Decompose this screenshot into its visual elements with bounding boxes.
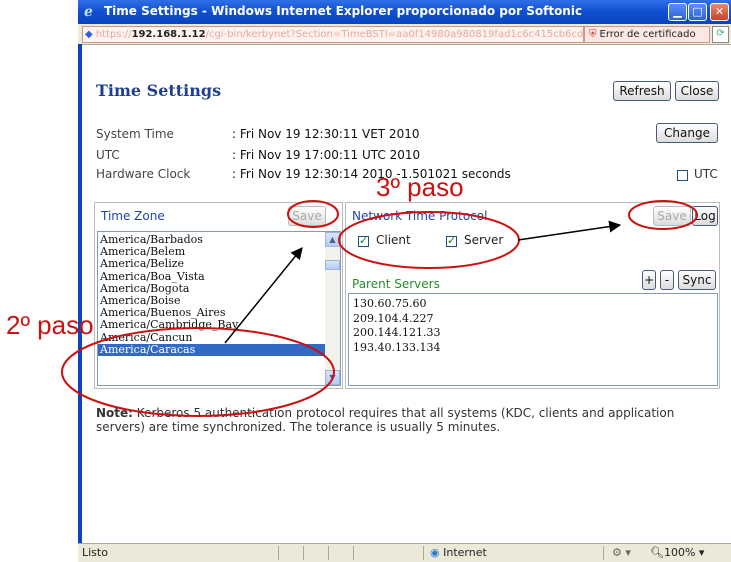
ntp-save-button[interactable]: Save — [653, 206, 691, 226]
zoom-level: 100% — [663, 546, 696, 559]
ie-logo-icon: ℯ — [84, 4, 93, 20]
time-zone-list[interactable]: America/Barbados America/Belem America/Bel… — [97, 231, 341, 386]
parent-servers-title: Parent Servers — [352, 277, 440, 291]
internet-zone: ◉ Internet — [430, 544, 487, 562]
title-bar[interactable]: ℯ Time Settings - Windows Internet Explo… — [78, 0, 731, 24]
parent-server-item[interactable]: 130.60.75.60 — [353, 297, 426, 310]
status-divider — [353, 546, 354, 560]
status-bar: Listo ◉ Internet ⚙ ▾ 🔍︎100% ▾ — [78, 543, 731, 562]
browser-window: ℯ Time Settings - Windows Internet Explo… — [78, 0, 731, 562]
time-zone-option[interactable]: America/Bogota — [100, 282, 189, 295]
time-zone-option[interactable]: America/Cancun — [100, 331, 192, 344]
utc-checkbox-label: UTC — [694, 167, 718, 181]
system-time-value: : Fri Nov 19 12:30:11 VET 2010 — [232, 127, 420, 141]
parent-server-item[interactable]: 200.144.121.33 — [353, 326, 440, 339]
maximize-button[interactable]: □ — [688, 3, 707, 21]
time-zone-panel: Time Zone Save America/Barbados America/B… — [94, 202, 343, 389]
status-divider — [423, 546, 424, 560]
certificate-error-badge[interactable]: ⛨ Error de certificado — [584, 26, 710, 43]
page-content: Time Settings Refresh Close System Time … — [82, 45, 731, 543]
refresh-page-icon[interactable]: ⟳ — [712, 26, 729, 43]
status-text: Listo — [82, 546, 108, 559]
refresh-button[interactable]: Refresh — [613, 81, 671, 101]
utc-checkbox[interactable] — [677, 170, 688, 181]
internet-zone-label: Internet — [443, 546, 487, 559]
server-checkbox[interactable] — [446, 234, 457, 247]
status-divider — [328, 546, 329, 560]
utc-value: : Fri Nov 19 17:00:11 UTC 2010 — [232, 148, 421, 162]
scroll-up-icon[interactable]: ▲ — [325, 232, 340, 247]
time-zone-option[interactable]: America/Caracas — [98, 343, 328, 356]
sync-button[interactable]: Sync — [678, 270, 716, 290]
time-zone-title: Time Zone — [101, 209, 165, 223]
client-checkbox[interactable] — [358, 234, 369, 247]
globe-icon: ◉ — [430, 546, 440, 559]
add-server-button[interactable]: + — [642, 270, 656, 290]
parent-server-item[interactable]: 193.40.133.134 — [353, 341, 440, 354]
client-label: Client — [376, 233, 411, 247]
system-time-label: System Time — [96, 127, 174, 141]
hardware-clock-value: : Fri Nov 19 12:30:14 2010 -1.501021 sec… — [232, 167, 511, 181]
address-prefix: https:// — [95, 29, 132, 40]
time-zone-option[interactable]: America/Barbados — [100, 234, 203, 246]
address-host: 192.168.1.12 — [131, 29, 206, 40]
status-divider — [278, 546, 279, 560]
server-label: Server — [464, 233, 504, 247]
parent-servers-list[interactable]: 130.60.75.60 209.104.4.227 200.144.121.33 1… — [348, 293, 718, 386]
minimize-button[interactable]: ▁ — [668, 3, 687, 21]
time-zone-option[interactable]: America/Boise — [100, 295, 180, 307]
page-title: Time Settings — [96, 81, 222, 100]
time-zone-option[interactable]: America/Belem — [100, 246, 185, 258]
zoom-control[interactable]: 🔍︎100% ▾ — [650, 544, 704, 562]
time-zone-scrollbar[interactable]: ▲ ▼ — [325, 232, 340, 385]
parent-server-item[interactable]: 209.104.4.227 — [353, 312, 433, 325]
hardware-clock-label: Hardware Clock — [96, 167, 191, 181]
window-title: Time Settings - Windows Internet Explore… — [104, 4, 583, 18]
ntp-log-button[interactable]: Log — [692, 206, 718, 226]
close-button[interactable]: Close — [675, 81, 719, 101]
zoom-icon: 🔍︎ — [650, 546, 664, 559]
scroll-thumb[interactable] — [325, 260, 340, 270]
address-path: /cgi-bin/kerbynet?Section=TimeBSTI=aa0f1… — [205, 29, 584, 40]
address-bar: ◆ https://192.168.1.12/cgi-bin/kerbynet?S… — [78, 24, 731, 45]
time-zone-option[interactable]: America/Belize — [100, 258, 184, 270]
time-zone-save-button[interactable]: Save — [288, 206, 326, 226]
shield-icon: ⛨ — [589, 29, 597, 40]
close-window-button[interactable]: ✕ — [710, 3, 729, 21]
page-icon: ◆ — [85, 29, 93, 40]
cert-error-text: Error de certificado — [599, 29, 696, 40]
time-zone-option[interactable]: America/Boa_Vista — [100, 270, 205, 283]
time-zone-option[interactable]: America/Buenos_Aires — [100, 307, 226, 319]
status-divider — [603, 546, 604, 560]
note-text: Kerberos 5 authentication protocol requi… — [96, 406, 675, 434]
change-button[interactable]: Change — [656, 123, 718, 143]
remove-server-button[interactable]: - — [660, 270, 674, 290]
kerberos-note: Note: Kerberos 5 authentication protocol… — [96, 406, 721, 434]
security-icon[interactable]: ⚙ ▾ — [612, 544, 631, 562]
address-field[interactable]: ◆ https://192.168.1.12/cgi-bin/kerbynet?S… — [82, 26, 584, 43]
scroll-down-icon[interactable]: ▼ — [325, 370, 340, 385]
time-zone-option[interactable]: America/Cambridge_Bay — [100, 319, 238, 331]
status-divider — [303, 546, 304, 560]
utc-label: UTC — [96, 148, 120, 162]
note-bold: Note: — [96, 406, 133, 420]
ntp-title: Network Time Protocol — [352, 209, 488, 223]
ntp-panel: Network Time Protocol Save Log Client Se… — [345, 202, 720, 389]
